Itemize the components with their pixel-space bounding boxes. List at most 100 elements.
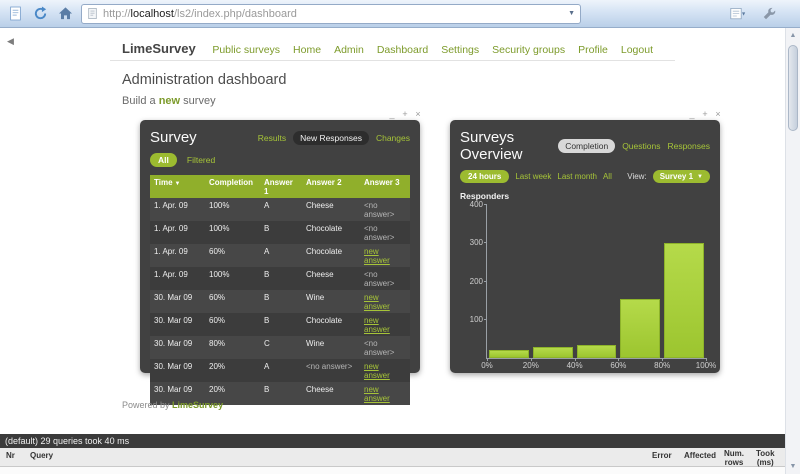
- survey-table-row: 1. Apr. 0960%AChocolatenew answer: [150, 244, 410, 267]
- col-answer-1[interactable]: Answer 1: [260, 175, 302, 198]
- filter-all-button[interactable]: All: [150, 153, 177, 167]
- chevron-down-icon: ▼: [697, 174, 703, 180]
- survey-select-dropdown[interactable]: Survey 1 ▼: [653, 170, 710, 183]
- tab-changes[interactable]: Changes: [376, 133, 410, 143]
- nav-item-security-groups[interactable]: Security groups: [492, 44, 565, 56]
- col-time-label: Time: [154, 178, 173, 187]
- minimize-icon[interactable]: _: [688, 109, 696, 119]
- scroll-up-icon[interactable]: ▲: [786, 28, 800, 43]
- chart-x-tick: [706, 358, 707, 361]
- range-last-month-link[interactable]: Last month: [557, 172, 597, 181]
- tab-responses[interactable]: Responses: [667, 141, 710, 151]
- chart-plot: 1002003004000%20%40%60%80%100%: [486, 205, 706, 359]
- bookmark-dropdown-icon[interactable]: [728, 4, 747, 23]
- powered-limesurvey-link[interactable]: LimeSurvey: [172, 400, 223, 410]
- limesurvey-logo[interactable]: LimeSurvey: [122, 41, 196, 56]
- survey-cell: Cheese: [302, 198, 360, 221]
- nav-menu: Public surveys Home Admin Dashboard Settings…: [212, 44, 653, 56]
- debug-col-affected: Affected: [684, 451, 716, 460]
- col-answer-2[interactable]: Answer 2: [302, 175, 360, 198]
- tab-questions[interactable]: Questions: [622, 141, 660, 151]
- minimize-icon[interactable]: _: [388, 109, 396, 119]
- survey-cell: 1. Apr. 09: [150, 267, 205, 290]
- new-answer-link[interactable]: new answer: [360, 290, 410, 313]
- survey-widget-title: Survey: [150, 129, 197, 146]
- refresh-icon[interactable]: [31, 4, 50, 23]
- responders-chart: Responders 1002003004000%20%40%60%80%100…: [460, 193, 710, 373]
- tab-completion[interactable]: Completion: [558, 139, 615, 153]
- new-answer-link[interactable]: new answer: [360, 313, 410, 336]
- survey-cell: Wine: [302, 336, 360, 359]
- tools-wrench-icon[interactable]: [759, 4, 778, 23]
- col-time[interactable]: Time▼: [150, 175, 205, 198]
- sort-desc-icon: ▼: [175, 181, 181, 187]
- new-answer-link[interactable]: new answer: [360, 244, 410, 267]
- scroll-down-icon[interactable]: ▼: [786, 459, 800, 474]
- survey-cell: A: [260, 244, 302, 267]
- survey-table-row: 1. Apr. 09100%ACheese<no answer>: [150, 198, 410, 221]
- survey-cell: 30. Mar 09: [150, 313, 205, 336]
- survey-table-row: 30. Mar 0920%A<no answer>new answer: [150, 359, 410, 382]
- survey-widget: Survey Results New Responses Changes All…: [140, 120, 420, 373]
- overview-widget-controls: _ + ×: [688, 109, 722, 119]
- range-24-hours-button[interactable]: 24 hours: [460, 170, 509, 183]
- page-icon[interactable]: [6, 4, 25, 23]
- survey-cell: 100%: [205, 198, 260, 221]
- build-new-survey-link[interactable]: new: [159, 95, 180, 107]
- survey-cell: Cheese: [302, 267, 360, 290]
- survey-cell: 60%: [205, 313, 260, 336]
- range-all-link[interactable]: All: [603, 172, 612, 181]
- survey-cell: 60%: [205, 244, 260, 267]
- nav-item-admin[interactable]: Admin: [334, 44, 364, 56]
- chart-x-label: 20%: [523, 361, 539, 370]
- col-completion[interactable]: Completion: [205, 175, 260, 198]
- survey-table-row: 30. Mar 0980%CWine<no answer>: [150, 336, 410, 359]
- nav-item-public-surveys[interactable]: Public surveys: [212, 44, 280, 56]
- filter-filtered-link[interactable]: Filtered: [187, 155, 215, 165]
- chart-x-tick: [618, 358, 619, 361]
- nav-item-settings[interactable]: Settings: [441, 44, 479, 56]
- chart-bar-40-60%: [577, 345, 617, 358]
- chart-bar-60-80%: [620, 299, 660, 358]
- survey-widget-controls: _ + ×: [388, 109, 422, 119]
- chart-x-tick: [575, 358, 576, 361]
- chart-x-tick: [487, 358, 488, 361]
- move-icon[interactable]: +: [701, 109, 709, 119]
- survey-table-row: 1. Apr. 09100%BCheese<no answer>: [150, 267, 410, 290]
- nav-item-dashboard[interactable]: Dashboard: [377, 44, 428, 56]
- new-answer-link[interactable]: new answer: [360, 359, 410, 382]
- url-text: http://localhost/ls2/index.php/dashboard: [103, 8, 297, 20]
- survey-table: Time▼ Completion Answer 1 Answer 2 Answe…: [150, 175, 410, 405]
- vertical-scrollbar[interactable]: ▲ ▼: [785, 28, 800, 474]
- url-path: /ls2/index.php/dashboard: [174, 8, 297, 20]
- url-history-dropdown-icon[interactable]: ▼: [568, 10, 575, 17]
- nav-item-home[interactable]: Home: [293, 44, 321, 56]
- tab-new-responses[interactable]: New Responses: [293, 131, 369, 145]
- collapse-panel-arrow-icon[interactable]: ◀: [7, 36, 14, 47]
- url-bar[interactable]: http://localhost/ls2/index.php/dashboard…: [81, 4, 581, 24]
- survey-cell: 1. Apr. 09: [150, 221, 205, 244]
- top-nav: LimeSurvey Public surveys Home Admin Dashbo…: [122, 41, 653, 56]
- scrollbar-thumb[interactable]: [788, 45, 798, 131]
- nav-item-profile[interactable]: Profile: [578, 44, 608, 56]
- new-answer-link[interactable]: new answer: [360, 382, 410, 405]
- chart-x-label: 100%: [696, 361, 716, 370]
- survey-widget-header: Survey Results New Responses Changes: [150, 129, 410, 146]
- nav-divider: [110, 60, 675, 61]
- range-last-week-link[interactable]: Last week: [515, 172, 551, 181]
- col-answer-3[interactable]: Answer 3: [360, 175, 410, 198]
- move-icon[interactable]: +: [401, 109, 409, 119]
- close-icon[interactable]: ×: [414, 109, 422, 119]
- build-survey-text: Build a new survey: [122, 95, 216, 107]
- survey-cell: 20%: [205, 359, 260, 382]
- overview-widget-tabs: Completion Questions Responses: [558, 139, 710, 153]
- page-title: Administration dashboard: [122, 72, 286, 88]
- view-label: View:: [627, 172, 646, 181]
- tab-results[interactable]: Results: [258, 133, 286, 143]
- survey-cell: Cheese: [302, 382, 360, 405]
- nav-item-logout[interactable]: Logout: [621, 44, 653, 56]
- chart-bar-20-40%: [533, 347, 573, 358]
- survey-table-body: 1. Apr. 09100%ACheese<no answer>1. Apr. …: [150, 198, 410, 405]
- home-icon[interactable]: [56, 4, 75, 23]
- close-icon[interactable]: ×: [714, 109, 722, 119]
